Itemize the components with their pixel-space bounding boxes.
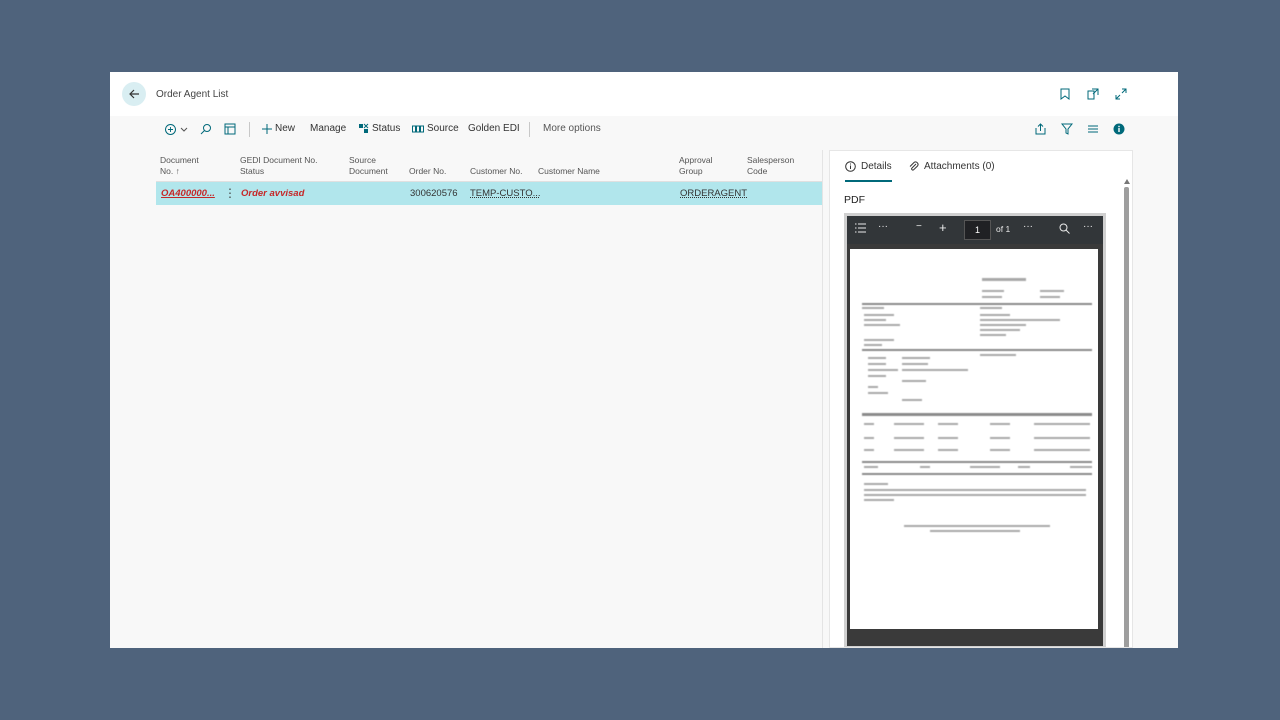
golden-edi-button[interactable]: Golden EDI bbox=[468, 123, 520, 134]
column-header-approval-group[interactable]: Approval Group bbox=[679, 155, 713, 177]
page-count: of 1 bbox=[996, 224, 1011, 234]
pdf-page-preview bbox=[850, 249, 1098, 629]
tab-attachments[interactable]: Attachments (0) bbox=[908, 161, 995, 172]
copilot-icon bbox=[165, 124, 176, 135]
factbox-scrollbar[interactable] bbox=[1124, 187, 1129, 647]
approval-group-link[interactable]: ORDERAGENT bbox=[680, 188, 747, 199]
right-actions bbox=[1034, 122, 1126, 136]
tab-details-label: Details bbox=[861, 161, 892, 172]
source-button[interactable]: Source bbox=[412, 123, 459, 134]
customer-no-link[interactable]: TEMP-CUSTO... bbox=[470, 188, 541, 199]
pane-divider[interactable] bbox=[822, 150, 823, 648]
column-header-order-no[interactable]: Order No. bbox=[409, 166, 446, 177]
gedi-status-cell: Order avvisad bbox=[241, 188, 305, 199]
zoom-in-icon[interactable]: + bbox=[939, 220, 947, 235]
more-dots-icon[interactable]: ··· bbox=[1083, 221, 1093, 232]
scroll-up-arrow[interactable] bbox=[1124, 179, 1130, 184]
more-dots-icon[interactable]: ··· bbox=[878, 221, 888, 232]
app-window: Order Agent List New Manage Status Sourc… bbox=[110, 72, 1178, 648]
share-icon[interactable] bbox=[1034, 122, 1048, 136]
pdf-viewer[interactable]: ··· − + 1 of 1 ··· ··· bbox=[844, 213, 1106, 647]
factbox-pane: Details Attachments (0) PDF ··· − + 1 of… bbox=[829, 150, 1133, 648]
column-header-source-document[interactable]: Source Document bbox=[349, 155, 388, 177]
status-label: Status bbox=[372, 123, 401, 134]
tab-details[interactable]: Details bbox=[845, 161, 892, 172]
pdf-label: PDF bbox=[844, 194, 865, 206]
factbox-tabs: Details Attachments (0) bbox=[830, 151, 1132, 183]
page-title: Order Agent List bbox=[156, 89, 229, 100]
paperclip-icon bbox=[909, 161, 919, 171]
more-options-label: More options bbox=[543, 123, 601, 134]
column-header-document-no[interactable]: Document No. ↑ bbox=[160, 155, 199, 177]
copilot-menu[interactable] bbox=[164, 123, 188, 136]
search-icon[interactable] bbox=[1059, 223, 1070, 237]
source-label: Source bbox=[427, 123, 459, 134]
open-new-window-icon[interactable] bbox=[1086, 87, 1100, 101]
golden-edi-label: Golden EDI bbox=[468, 123, 520, 134]
column-header-customer-name[interactable]: Customer Name bbox=[538, 166, 600, 177]
list-header: Document No. ↑ GEDI Document No. Status … bbox=[156, 150, 822, 182]
outline-icon[interactable] bbox=[855, 223, 866, 236]
search-button[interactable] bbox=[200, 123, 212, 135]
document-no-link[interactable]: OA400000... bbox=[161, 188, 215, 199]
source-icon bbox=[412, 125, 424, 132]
pdf-toolbar: ··· − + 1 of 1 ··· ··· bbox=[847, 216, 1103, 244]
plus-icon bbox=[262, 123, 272, 134]
page-number-input[interactable]: 1 bbox=[964, 220, 991, 240]
table-row[interactable]: OA400000... ⋮ Order avvisad 300620576 TE… bbox=[156, 182, 822, 205]
info-icon[interactable] bbox=[1112, 122, 1126, 136]
title-icons bbox=[1058, 87, 1128, 101]
status-button[interactable]: Status bbox=[358, 123, 400, 134]
new-button[interactable]: New bbox=[262, 123, 295, 134]
list-view-icon[interactable] bbox=[1086, 122, 1100, 136]
back-button[interactable] bbox=[122, 82, 146, 106]
info-outline-icon bbox=[845, 161, 856, 172]
column-header-customer-no[interactable]: Customer No. bbox=[470, 166, 522, 177]
action-bar: New Manage Status Source Golden EDI More… bbox=[110, 116, 1178, 143]
column-header-salesperson-code[interactable]: Salesperson Code bbox=[747, 155, 794, 177]
more-options-button[interactable]: More options bbox=[543, 123, 601, 134]
search-icon bbox=[200, 124, 211, 135]
row-menu-icon[interactable]: ⋮ bbox=[224, 186, 236, 200]
separator bbox=[529, 122, 530, 137]
status-icon bbox=[359, 123, 369, 133]
column-header-gedi-status[interactable]: GEDI Document No. Status bbox=[240, 155, 317, 177]
separator bbox=[249, 122, 250, 137]
arrow-left-icon bbox=[129, 89, 139, 99]
zoom-out-icon[interactable]: − bbox=[916, 221, 922, 232]
new-label: New bbox=[275, 123, 296, 134]
title-bar: Order Agent List bbox=[110, 72, 1178, 116]
manage-button[interactable]: Manage bbox=[310, 123, 346, 134]
order-no-cell: 300620576 bbox=[410, 188, 458, 199]
expand-icon[interactable] bbox=[1114, 87, 1128, 101]
order-agent-list: Document No. ↑ GEDI Document No. Status … bbox=[156, 150, 822, 648]
more-dots-icon[interactable]: ··· bbox=[1023, 221, 1033, 232]
manage-label: Manage bbox=[310, 123, 347, 134]
table-view-icon bbox=[224, 123, 236, 135]
tab-attachments-label: Attachments (0) bbox=[924, 161, 995, 172]
bookmark-icon[interactable] bbox=[1058, 87, 1072, 101]
chevron-down-icon bbox=[180, 127, 188, 132]
analysis-mode-button[interactable] bbox=[224, 123, 236, 135]
tab-active-indicator bbox=[845, 180, 892, 182]
filter-icon[interactable] bbox=[1060, 122, 1074, 136]
